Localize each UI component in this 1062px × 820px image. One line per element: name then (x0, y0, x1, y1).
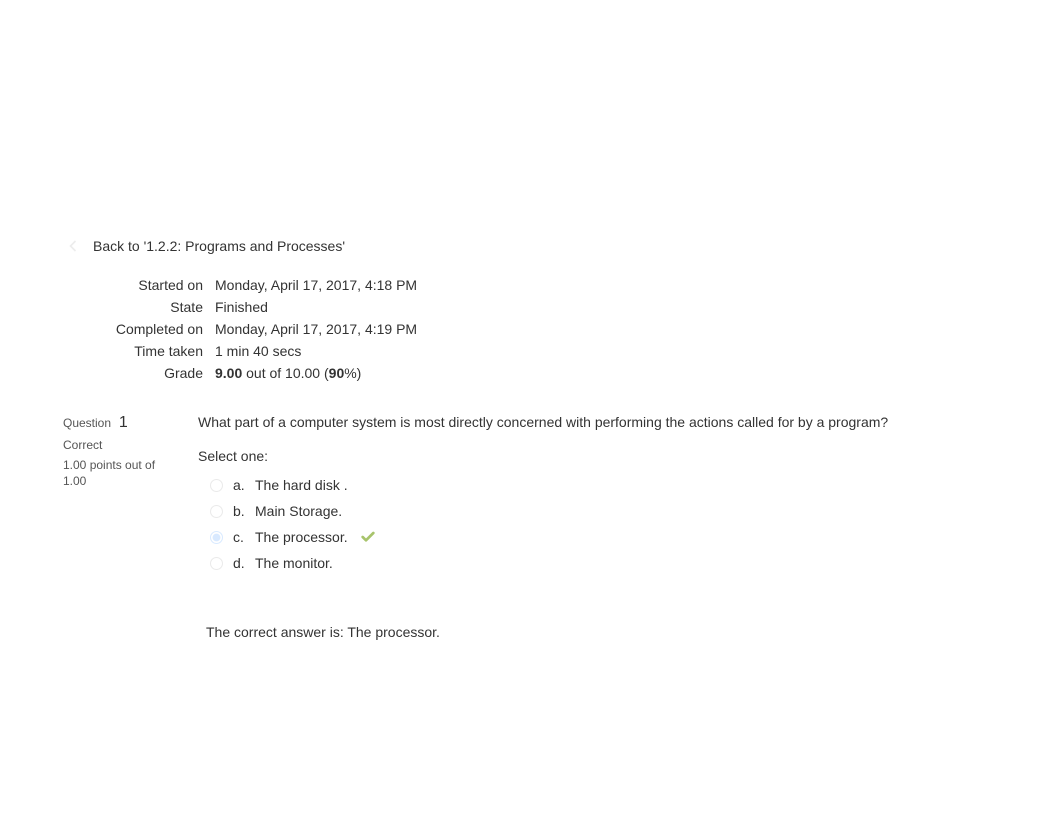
summary-row-grade: Grade 9.00 out of 10.00 (90%) (55, 362, 1007, 384)
question-label: Question (63, 416, 111, 430)
question-text: What part of a computer system is most d… (198, 414, 999, 430)
option-d-text: The monitor. (255, 555, 333, 571)
option-b-radio[interactable] (210, 505, 223, 518)
summary-row-state: State Finished (55, 296, 1007, 318)
grade-value: 9.00 out of 10.00 (90%) (215, 362, 1007, 384)
grade-percent-suffix: %) (344, 365, 361, 381)
options-list: a. The hard disk . b. Main Storage. c. T… (198, 472, 999, 576)
grade-out-of: out of 10.00 ( (242, 365, 328, 381)
select-one-label: Select one: (198, 448, 999, 464)
time-taken-label: Time taken (55, 340, 215, 362)
summary-row-completed: Completed on Monday, April 17, 2017, 4:1… (55, 318, 1007, 340)
grade-score: 9.00 (215, 365, 242, 381)
question-header: Question 1 (63, 414, 162, 432)
state-value: Finished (215, 296, 1007, 318)
option-c-text: The processor. (255, 529, 348, 545)
arrow-left-icon (63, 236, 83, 256)
time-taken-value: 1 min 40 secs (215, 340, 1007, 362)
attempt-summary-table: Started on Monday, April 17, 2017, 4:18 … (55, 274, 1007, 384)
option-b-text: Main Storage. (255, 503, 342, 519)
summary-row-started: Started on Monday, April 17, 2017, 4:18 … (55, 274, 1007, 296)
option-b-letter: b. (233, 503, 247, 519)
option-a-text: The hard disk . (255, 477, 348, 493)
option-a-letter: a. (233, 477, 247, 493)
started-on-value: Monday, April 17, 2017, 4:18 PM (215, 274, 1007, 296)
option-c: c. The processor. (210, 524, 999, 550)
question-info-panel: Question 1 Correct 1.00 points out of 1.… (55, 404, 170, 660)
back-link[interactable]: Back to '1.2.2: Programs and Processes' (55, 230, 1007, 262)
back-link-text: Back to '1.2.2: Programs and Processes' (93, 238, 345, 254)
option-a-radio[interactable] (210, 479, 223, 492)
option-c-radio[interactable] (210, 531, 223, 544)
started-on-label: Started on (55, 274, 215, 296)
question-points: 1.00 points out of 1.00 (63, 458, 162, 489)
feedback-text: The correct answer is: The processor. (206, 624, 440, 640)
question-number: 1 (119, 414, 128, 431)
completed-on-label: Completed on (55, 318, 215, 340)
grade-label: Grade (55, 362, 215, 384)
question-content: What part of a computer system is most d… (190, 404, 1007, 660)
option-d-letter: d. (233, 555, 247, 571)
option-d-radio[interactable] (210, 557, 223, 570)
question-block: Question 1 Correct 1.00 points out of 1.… (55, 404, 1007, 660)
completed-on-value: Monday, April 17, 2017, 4:19 PM (215, 318, 1007, 340)
option-c-letter: c. (233, 529, 247, 545)
grade-percent: 90 (329, 365, 345, 381)
option-a: a. The hard disk . (210, 472, 999, 498)
option-d: d. The monitor. (210, 550, 999, 576)
state-label: State (55, 296, 215, 318)
correct-check-icon (360, 529, 376, 545)
feedback-block: The correct answer is: The processor. (198, 614, 999, 650)
option-b: b. Main Storage. (210, 498, 999, 524)
summary-row-time: Time taken 1 min 40 secs (55, 340, 1007, 362)
question-status: Correct (63, 438, 162, 452)
